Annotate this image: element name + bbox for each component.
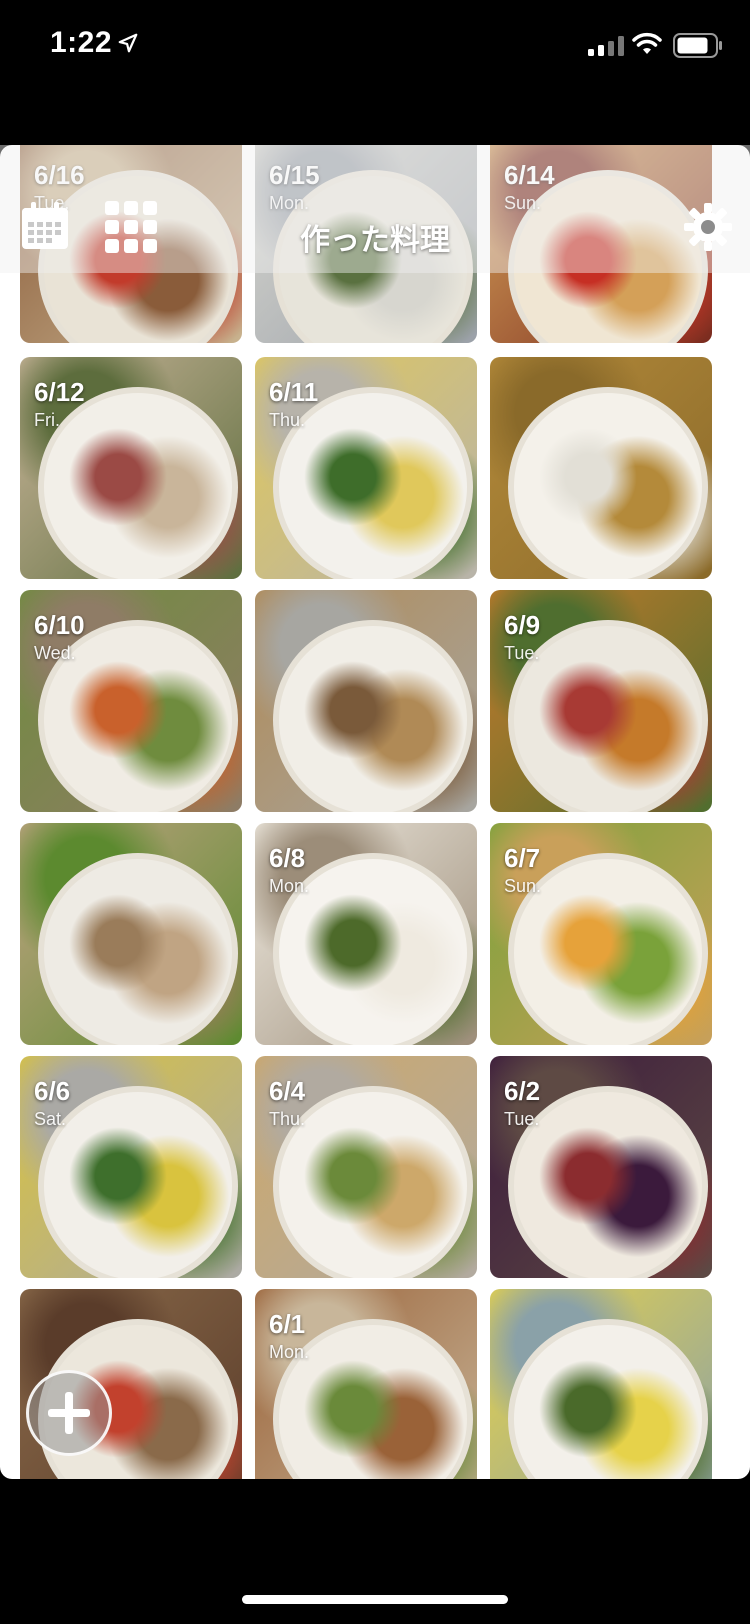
dish-date: 6/6 — [34, 1076, 71, 1106]
dish-photo-tile[interactable] — [490, 1289, 712, 1479]
dish-weekday: Sat. — [34, 1109, 67, 1129]
dish-weekday: Tue. — [504, 643, 540, 663]
gear-icon[interactable] — [684, 203, 732, 251]
battery-icon — [673, 33, 722, 58]
status-bar: 1:22 — [0, 0, 750, 92]
dish-weekday: Thu. — [269, 1109, 306, 1129]
dish-photo-tile[interactable]: 6/6 Sat. — [20, 1056, 242, 1278]
location-arrow-icon — [118, 33, 138, 53]
wifi-icon — [632, 32, 662, 54]
photo-grid-container[interactable]: 6/16 Tue. 6/15 Mon. 6/14 Sun. 6/12 Fri. 6/11 Thu.… — [0, 145, 750, 1479]
dish-date: 6/9 — [504, 610, 541, 640]
dish-photo-tile[interactable]: 6/7 Sun. — [490, 823, 712, 1045]
top-toolbar: 作った料理 — [0, 145, 750, 273]
dish-photo-tile[interactable]: 6/2 Tue. — [490, 1056, 712, 1278]
dish-photo-tile[interactable]: 6/1 Mon. — [255, 1289, 477, 1479]
plus-icon — [48, 1392, 90, 1434]
dish-photo-tile[interactable]: 6/8 Mon. — [255, 823, 477, 1045]
dish-weekday: Tue. — [504, 1109, 540, 1129]
dish-date: 6/8 — [269, 843, 306, 873]
dish-photo-tile[interactable] — [20, 823, 242, 1045]
status-time: 1:22 — [50, 26, 113, 59]
page-title: 作った料理 — [300, 224, 450, 257]
dish-photo-tile[interactable]: 6/9 Tue. — [490, 590, 712, 812]
dish-photo — [273, 620, 473, 812]
dish-weekday: Mon. — [269, 1342, 310, 1362]
dish-date: 6/2 — [504, 1076, 541, 1106]
home-indicator[interactable] — [242, 1595, 508, 1604]
dish-photo — [38, 853, 238, 1045]
dish-photo — [508, 1319, 708, 1479]
cellular-signal-icon — [588, 36, 624, 56]
add-dish-button[interactable] — [26, 1370, 112, 1456]
dish-weekday: Thu. — [269, 410, 306, 430]
dish-weekday: Wed. — [34, 643, 76, 663]
dish-photo-tile[interactable]: 6/12 Fri. — [20, 357, 242, 579]
dish-photo-tile[interactable] — [255, 590, 477, 812]
dish-date: 6/7 — [504, 843, 541, 873]
dish-date: 6/11 — [269, 377, 319, 407]
dish-photo — [38, 387, 238, 579]
dish-date: 6/12 — [34, 377, 85, 407]
dish-date: 6/10 — [34, 610, 85, 640]
dish-date: 6/4 — [269, 1076, 306, 1106]
dish-photo — [508, 387, 708, 579]
dish-photo-tile[interactable] — [490, 357, 712, 579]
dish-date: 6/1 — [269, 1309, 306, 1339]
dish-photo-tile[interactable]: 6/11 Thu. — [255, 357, 477, 579]
dish-weekday: Fri. — [34, 410, 60, 430]
dish-photo-tile[interactable]: 6/4 Thu. — [255, 1056, 477, 1278]
dish-weekday: Mon. — [269, 876, 310, 896]
dish-photo — [38, 1086, 238, 1278]
dish-photo-tile[interactable]: 6/10 Wed. — [20, 590, 242, 812]
dish-weekday: Sun. — [504, 876, 542, 896]
